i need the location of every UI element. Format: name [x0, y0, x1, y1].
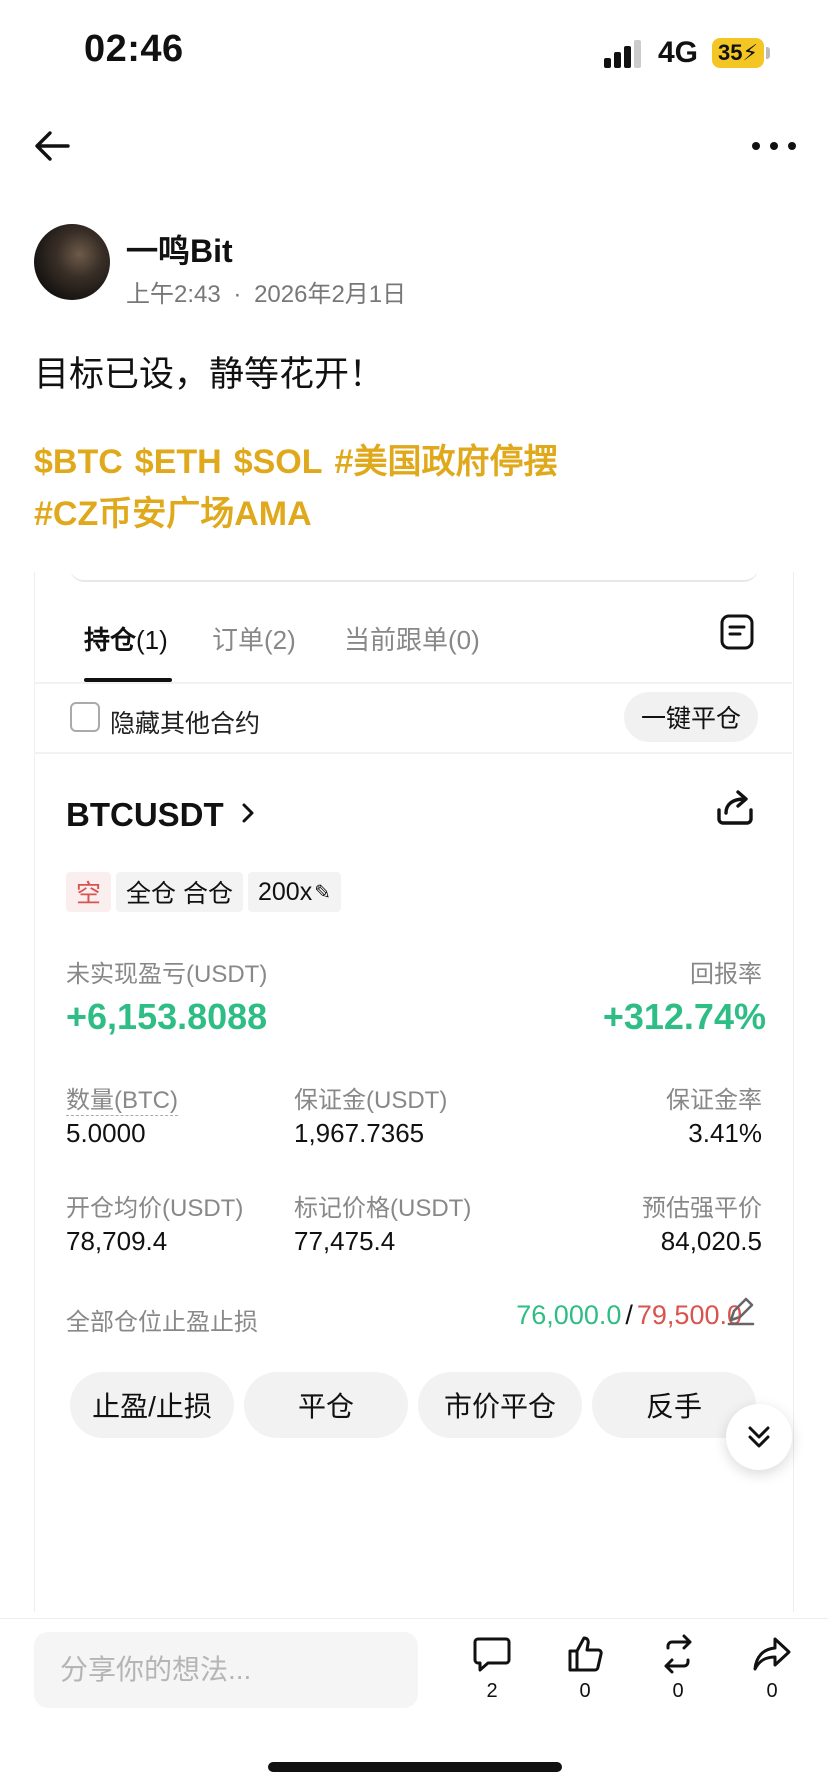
share-icon[interactable] — [752, 1634, 792, 1674]
margin-mode-badge: 全仓 合仓 — [116, 872, 243, 912]
double-chevron-down-icon[interactable] — [726, 1404, 792, 1470]
share-count: 0 — [766, 1680, 778, 1702]
like-count: 0 — [579, 1680, 591, 1702]
edit-icon[interactable] — [726, 1296, 756, 1326]
pencil-icon: ✎ — [314, 881, 331, 904]
post-text: 目标已设，静等花开！ — [34, 355, 385, 394]
tag-gov-shutdown[interactable]: #美国政府停摆 — [335, 443, 558, 481]
close-all-button[interactable]: 一键平仓 — [624, 692, 758, 742]
symbol-title[interactable]: BTCUSDT — [66, 796, 224, 834]
roe-label: 回报率 — [690, 961, 762, 988]
battery-icon: 35 ⚡ — [712, 38, 764, 68]
roe-value: +312.74% — [602, 996, 766, 1037]
back-arrow-icon[interactable] — [30, 124, 74, 168]
tpsl-separator: / — [625, 1300, 633, 1330]
tpsl-label: 全部仓位止盈止损 — [66, 1309, 258, 1336]
unrealized-pnl-label: 未实现盈亏(USDT) — [66, 961, 268, 988]
close-position-button[interactable]: 平仓 — [244, 1372, 408, 1438]
home-indicator[interactable] — [268, 1762, 562, 1772]
liq-price-value: 84,020.5 — [660, 1226, 762, 1256]
share-position-icon[interactable] — [714, 786, 756, 828]
author-name[interactable]: 一鸣Bit — [126, 226, 233, 272]
battery-level: 35 — [718, 40, 743, 65]
post-tags: $BTC $ETH $SOL #美国政府停摆 #CZ币安广场AMA — [34, 436, 794, 540]
tpsl-values: 76,000.0/79,500.0 — [516, 1300, 742, 1331]
filter-divider — [34, 752, 792, 754]
side-badge: 空 — [66, 872, 112, 912]
unrealized-pnl-value: +6,153.8088 — [66, 996, 268, 1037]
mark-price-value: 77,475.4 — [294, 1226, 396, 1256]
tag-cz-ama[interactable]: #CZ币安广场AMA — [34, 495, 312, 533]
mark-price-label: 标记价格(USDT) — [294, 1195, 472, 1222]
comment-count: 2 — [486, 1680, 498, 1702]
tpsl-button[interactable]: 止盈/止损 — [70, 1372, 234, 1438]
leverage-badge[interactable]: 200x ✎ — [248, 872, 341, 912]
margin-ratio-value: 3.41% — [688, 1118, 762, 1148]
hide-others-label: 隐藏其他合约 — [110, 710, 261, 738]
entry-price-label: 开仓均价(USDT) — [66, 1195, 244, 1222]
margin-ratio-label: 保证金率 — [666, 1087, 762, 1114]
liq-price-label: 预估强平价 — [642, 1195, 762, 1222]
post-meta: 上午2:43 · 2026年2月1日 — [126, 274, 406, 309]
comment-icon[interactable] — [472, 1634, 512, 1674]
network-type: 4G — [658, 36, 699, 69]
comment-input[interactable] — [34, 1632, 418, 1708]
more-icon[interactable] — [752, 132, 796, 160]
signal-icon — [604, 40, 644, 68]
tabs-divider — [34, 682, 792, 684]
repost-icon[interactable] — [658, 1634, 698, 1674]
tag-eth[interactable]: $ETH — [135, 443, 222, 481]
tab-orders[interactable]: 订单(2) — [212, 620, 296, 657]
battery-tip — [766, 47, 770, 59]
meta-separator: · — [233, 281, 242, 308]
like-icon[interactable] — [565, 1634, 605, 1674]
margin-label: 保证金(USDT) — [294, 1087, 448, 1114]
market-close-button[interactable]: 市价平仓 — [418, 1372, 582, 1438]
size-value: 5.0000 — [66, 1118, 146, 1148]
status-time: 02:46 — [84, 28, 184, 70]
tab-copy-trades[interactable]: 当前跟单(0) — [344, 620, 480, 657]
card-top-edge — [70, 566, 758, 582]
bottom-divider — [0, 1618, 828, 1619]
post-time: 上午2:43 — [126, 281, 221, 308]
take-profit-value: 76,000.0 — [516, 1300, 622, 1330]
repost-count: 0 — [672, 1680, 684, 1702]
margin-value: 1,967.7365 — [294, 1118, 425, 1148]
tag-sol[interactable]: $SOL — [234, 443, 323, 481]
avatar[interactable] — [34, 224, 110, 300]
tag-btc[interactable]: $BTC — [34, 443, 123, 481]
entry-price-value: 78,709.4 — [66, 1226, 168, 1256]
document-icon[interactable] — [720, 614, 754, 650]
chevron-right-icon[interactable] — [238, 800, 258, 826]
tab-positions[interactable]: 持仓(1) — [84, 620, 168, 657]
hide-others-checkbox[interactable] — [70, 702, 100, 732]
post-date: 2026年2月1日 — [254, 281, 407, 308]
size-label[interactable]: 数量(BTC) — [66, 1080, 178, 1116]
